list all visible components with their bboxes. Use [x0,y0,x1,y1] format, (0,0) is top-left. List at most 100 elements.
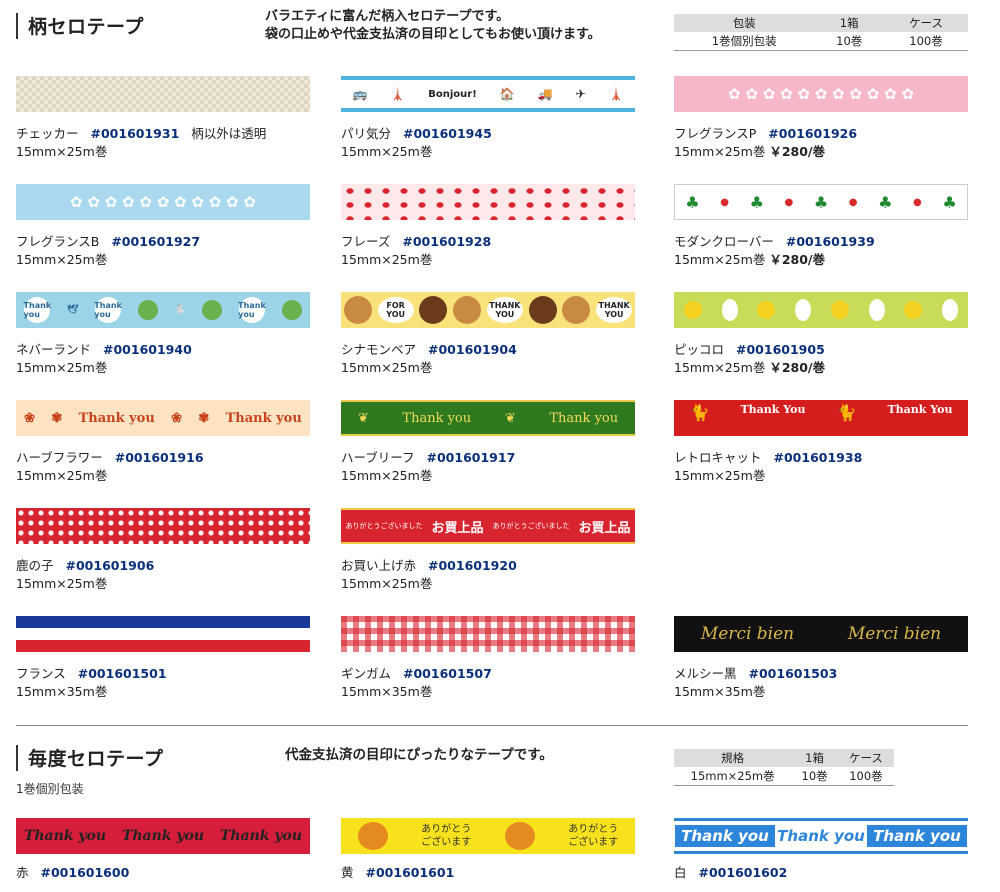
tape-swatch: ♣ ● ♣ ● ♣ ● ♣ ● ♣ [674,184,968,220]
tape-text-thank-you: Thank you [867,825,967,847]
product-checker: チェッカー #001601931 柄以外は透明 15mm×25m巻 [16,76,312,161]
product-code: #001601926 [768,126,858,141]
bear-icon [562,296,591,324]
product-name: 赤 [16,865,29,880]
spec-header: 規格 [721,751,745,765]
product-size: 15mm×25m巻 [16,468,108,483]
description-line: 袋の口止めや代金支払済の目印としてもお使い頂けます。 [265,27,601,42]
product-code: #001601945 [403,126,492,141]
product-name: ギンガム [341,666,392,681]
section-title-text: 柄セロテープ [28,16,144,38]
product-note: 柄以外は透明 [191,126,267,141]
tape-swatch: 🐈 Thank You 🐈 Thank You [674,400,968,436]
clover-icon: ♣ [749,192,764,212]
product-name: 黄 [341,865,354,880]
product-gingham: ギンガム #001601507 15mm×35m巻 [341,616,637,701]
tape-text-thank-you: Thank you [94,297,122,323]
chick-icon [830,301,849,319]
product-code: #001601917 [426,450,516,465]
product-piccolo: ピッコロ #001601905 15mm×25m巻 ￥280/巻 [674,292,970,377]
tape-text-line: ございます [421,837,472,848]
tape-swatch: ありがとうございます ありがとうございます [341,818,635,854]
product-name: フランス [16,666,66,681]
product-name: レトロキャット [674,450,762,465]
tape-text-thank-you: Thank You [887,403,953,416]
tape-swatch [341,184,635,220]
tape-text-line: ございます [568,837,619,848]
tape-swatch [16,616,310,652]
product-code: #001601940 [103,342,192,357]
egg-icon [721,299,738,321]
tape-text-line: ありがとう [421,824,472,835]
product-name: お買い上げ赤 [341,558,417,573]
ladybug-icon: ● [720,196,729,208]
tape-text-okaiage: お買上品 [431,520,484,536]
product-size: 15mm×25m巻 [341,468,433,483]
eiffel-tower-icon: 🗼 [390,87,406,101]
tape-text-thank-you: Thank you [219,828,303,844]
product-size: 15mm×25m巻 [16,252,108,267]
spec-header: 1箱 [805,751,824,765]
product-price: ￥280/巻 [769,360,825,375]
tape-swatch: Merci bien Merci bien [674,616,968,652]
product-size: 15mm×35m巻 [341,684,433,699]
owl-icon: ✾ [51,410,63,426]
tape-text-arigatou: ありがとうございます [421,823,471,849]
product-code: #001601904 [428,342,517,357]
product-code: #001601600 [40,865,130,880]
title-bar [16,12,18,39]
description-line: バラエティに富んだ柄入セロテープです。 [265,9,510,24]
tree-icon [281,300,302,320]
product-code: #001601503 [748,666,838,681]
daisy-icon: ✿ ✿ ✿ ✿ ✿ ✿ ✿ ✿ ✿ ✿ ✿ [70,193,256,211]
product-name: フレグランスB [16,234,100,249]
product-retro-cat: 🐈 Thank You 🐈 Thank You レトロキャット #001601938 1… [674,400,970,485]
tape-swatch [341,616,635,652]
product-maido-red: Thank you Thank you Thank you 赤 #001601600 [16,818,312,882]
spec-header: 1箱 [839,16,859,30]
tape-text-thank-you: Thank you [402,410,472,426]
tape-text-thank-you: THANK YOU [596,297,633,323]
product-modern-clover: ♣ ● ♣ ● ♣ ● ♣ ● ♣ モダンクローバー #001601939 15mm×25m巻 ￥2… [674,184,970,269]
tree-icon [202,300,223,320]
product-name: ネバーランド [16,342,92,357]
tape-text-arigatou: ありがとうございました [345,521,423,530]
product-name: ハーブリーフ [341,450,415,465]
section-description: バラエティに富んだ柄入セロテープです。 袋の口止めや代金支払済の目印としてもお使… [265,8,601,44]
spec-cell: 15mm×25m巻 [690,769,775,783]
product-herb-leaf: ❦ Thank you ❦ Thank you ハーブリーフ #001601917 15… [341,400,637,485]
product-code: #001601939 [785,234,875,249]
product-size: 15mm×35m巻 [674,684,766,699]
egg-icon [942,299,959,321]
eiffel-tower-icon: 🗼 [608,87,624,101]
tape-text-merci: Merci bien [847,624,942,644]
product-code: #001601602 [698,865,788,880]
product-size: 15mm×25m巻 [674,144,766,159]
section-title-maido: 毎度セロテープ [16,744,163,771]
product-price: ￥280/巻 [769,252,825,267]
clover-icon: ♣ [813,192,829,212]
product-price: ￥280/巻 [769,144,825,159]
spec-cell: 100巻 [849,769,883,783]
tape-swatch: Thank you Thank you Thank you [16,818,310,854]
product-size: 15mm×25m巻 [341,144,433,159]
spec-header: ケース [848,751,883,765]
product-name: フレグランスP [674,126,757,141]
product-herb-flower: ❀ ✾ Thank you ❀ ✾ Thank you ハーブフラワー #001601916… [16,400,312,485]
section-description: 代金支払済の目印にぴったりなテープです。 [285,747,553,763]
tape-text-okaiage: お買上品 [578,520,631,536]
product-code: #001601928 [402,234,492,249]
koala-icon [357,822,388,850]
tape-text-thank-you: Thank you [675,825,775,847]
owl-icon: ✾ [198,410,210,426]
tape-swatch: ✿ ✿ ✿ ✿ ✿ ✿ ✿ ✿ ✿ ✿ ✿ [674,76,968,112]
egg-icon [795,299,812,321]
product-size: 15mm×25m巻 [674,468,766,483]
tape-text-thank-you: Thank you [225,410,302,426]
product-name: ハーブフラワー [16,450,103,465]
tape-text-arigatou: ありがとうございました [492,521,570,530]
product-name: パリ気分 [341,126,392,141]
bear-icon [419,296,448,324]
product-fragrance-p: ✿ ✿ ✿ ✿ ✿ ✿ ✿ ✿ ✿ ✿ ✿ フレグランスP #001601926 … [674,76,970,161]
tape-swatch: ❦ Thank you ❦ Thank you [341,400,635,436]
